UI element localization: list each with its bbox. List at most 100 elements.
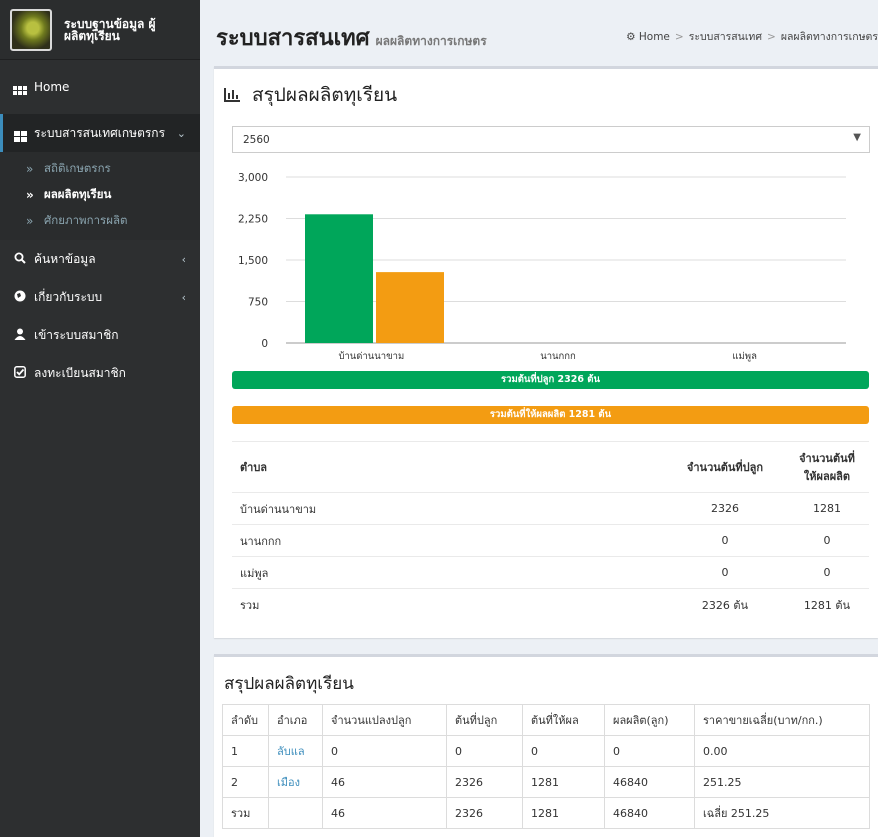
table-cell: 1281 (785, 492, 869, 525)
user-icon (12, 328, 28, 343)
table-cell: 1281 ต้น (785, 588, 869, 621)
table-cell: 0 (604, 735, 695, 767)
sidebar-item-label: เกี่ยวกับระบบ (34, 289, 103, 304)
table-cell: 46 (322, 797, 447, 829)
dashboard-icon: ⚙ (626, 31, 636, 43)
total-planted-bar: รวมต้นที่ปลูก 2326 ต้น (232, 371, 869, 389)
district-table: ลำดับ อำเภอ จำนวนแปลงปลูก ต้นที่ปลูก ต้น… (222, 704, 870, 829)
submenu-item-label: สถิติเกษตรกร (44, 161, 111, 175)
sidebar-item-label: ลงทะเบียนสมาชิก (34, 365, 126, 380)
brand[interactable]: ระบบฐานข้อมูล ผู้ผลิตทุเรียน (0, 0, 200, 60)
table-cell: 0 (322, 735, 447, 767)
durian-logo (10, 8, 52, 51)
district-box: สรุปผลผลิตทุเรียน ลำดับ อำเภอ จำนวนแปลงป… (214, 654, 878, 837)
breadcrumb: ⚙ Home > ระบบสารสนเทศ > ผลผลิตทางการเกษตร (626, 31, 878, 43)
table-cell: 0 (446, 735, 523, 767)
table-cell: นานกกก (232, 524, 665, 557)
table-row: 2 เมือง 46 2326 1281 46840 251.25 (222, 766, 870, 798)
grid-icon (12, 79, 28, 95)
submenu: » สถิติเกษตรกร » ผลผลิตทุเรียน » ศักยภาพ… (0, 152, 200, 240)
page-title: ระบบสารสนเทศ ผลผลิตทางการเกษตร (216, 20, 487, 55)
table-total-row: รวม 46 2326 1281 46840 เฉลี่ย 251.25 (222, 797, 870, 829)
table-row: แม่พูล 0 0 (232, 556, 869, 589)
content-header: ระบบสารสนเทศ ผลผลิตทางการเกษตร ⚙ Home > ระบ… (200, 0, 878, 62)
sidebar-item-about[interactable]: เกี่ยวกับระบบ ‹ (0, 278, 200, 316)
submenu-item-durian-yield[interactable]: » ผลผลิตทุเรียน (0, 182, 200, 208)
table-cell: 2326 ต้น (665, 588, 785, 621)
table-cell: รวม (232, 588, 665, 621)
column-header: อำเภอ (268, 704, 323, 736)
submenu-item-label: ศักยภาพการผลิต (44, 213, 128, 227)
page-title-text: ระบบสารสนเทศ (216, 26, 370, 51)
table-cell: 2326 (665, 492, 785, 525)
sidebar-item-label: Home (34, 80, 70, 94)
y-tick-label: 2,250 (238, 214, 268, 226)
table-cell: 0 (522, 735, 605, 767)
table-cell: 46840 (604, 766, 695, 798)
page-subtitle: ผลผลิตทางการเกษตร (375, 34, 487, 48)
y-tick-label: 0 (261, 338, 268, 350)
total-yield-bar: รวมต้นที่ให้ผลผลิต 1281 ต้น (232, 406, 869, 424)
double-chevron-right-icon: » (26, 162, 34, 176)
table-cell: 2326 (446, 766, 523, 798)
breadcrumb-current: ผลผลิตทางการเกษตร (780, 31, 878, 43)
table-row: นานกกก 0 0 (232, 524, 869, 557)
globe-icon (12, 290, 28, 305)
column-header: ต้นที่ปลูก (446, 704, 523, 736)
sidebar-item-label: ค้นหาข้อมูล (34, 251, 96, 266)
submenu-item-production-potential[interactable]: » ศักยภาพการผลิต (0, 208, 200, 234)
sidebar-item-home[interactable]: Home (0, 68, 200, 106)
table-cell: 251.25 (694, 766, 870, 798)
column-header: จำนวนแปลงปลูก (322, 704, 447, 736)
chevron-left-icon: ‹ (181, 290, 186, 304)
chevron-down-icon: ⌄ (176, 126, 186, 140)
sidebar-item-search[interactable]: ค้นหาข้อมูล ‹ (0, 240, 200, 278)
breadcrumb-info-system[interactable]: ระบบสารสนเทศ (689, 31, 762, 43)
table-cell: 0 (785, 524, 869, 557)
x-tick-label: นานกกก (540, 351, 576, 362)
table-cell: 46 (322, 766, 447, 798)
table-cell (268, 797, 323, 829)
chevron-left-icon: ‹ (181, 252, 186, 266)
submenu-item-farmer-stats[interactable]: » สถิติเกษตรกร (0, 156, 200, 182)
dashboard-icon (12, 125, 28, 142)
table-cell: เมือง (268, 766, 323, 798)
subdistrict-table: ตำบล จำนวนต้นที่ปลูก จำนวนต้นที่ให้ผลผลิ… (232, 441, 869, 621)
table-cell: 46840 (604, 797, 695, 829)
sidebar-item-login[interactable]: เข้าระบบสมาชิก (0, 316, 200, 354)
column-header: ต้นที่ให้ผล (522, 704, 605, 736)
breadcrumb-home[interactable]: Home (639, 31, 670, 43)
search-icon (12, 252, 28, 267)
table-cell: 2 (222, 766, 269, 798)
sidebar-item-label: เข้าระบบสมาชิก (34, 327, 119, 342)
district-link-mueang[interactable]: เมือง (277, 776, 300, 789)
brand-title: ระบบฐานข้อมูล ผู้ผลิตทุเรียน (64, 16, 156, 43)
table-row: 1 ลับแล 0 0 0 0 0.00 (222, 735, 870, 767)
table-cell: เฉลี่ย 251.25 (694, 797, 870, 829)
y-tick-label: 3,000 (238, 172, 268, 184)
bar-1-0 (376, 272, 444, 343)
district-box-title: สรุปผลผลิตทุเรียน (224, 674, 354, 694)
column-header: ตำบล (232, 441, 665, 493)
table-cell: 1281 (522, 797, 605, 829)
table-cell: 1281 (522, 766, 605, 798)
table-cell: 2326 (446, 797, 523, 829)
x-tick-label: แม่พูล (732, 351, 757, 362)
table-cell: 0.00 (694, 735, 870, 767)
y-tick-label: 750 (248, 297, 268, 309)
table-total-row: รวม 2326 ต้น 1281 ต้น (232, 588, 869, 621)
district-link-laplae[interactable]: ลับแล (277, 745, 305, 758)
column-header: ลำดับ (222, 704, 269, 736)
double-chevron-right-icon: » (26, 214, 34, 228)
column-header: ผลผลิต(ลูก) (604, 704, 695, 736)
sidebar-item-register[interactable]: ลงทะเบียนสมาชิก (0, 354, 200, 392)
bar-0-0 (305, 214, 373, 343)
column-header: จำนวนต้นที่ให้ผลผลิต (785, 441, 869, 493)
table-cell: บ้านด่านนาขาม (232, 492, 665, 525)
sidebar-item-label: ระบบสารสนเทศเกษตรกร (34, 125, 166, 140)
x-tick-label: บ้านด่านนาขาม (338, 351, 404, 362)
double-chevron-right-icon: » (26, 188, 34, 202)
column-header: ราคาขายเฉลี่ย(บาท/กก.) (694, 704, 870, 736)
table-row: บ้านด่านนาขาม 2326 1281 (232, 492, 869, 525)
sidebar-item-farmer-info[interactable]: ระบบสารสนเทศเกษตรกร ⌄ (0, 114, 200, 152)
